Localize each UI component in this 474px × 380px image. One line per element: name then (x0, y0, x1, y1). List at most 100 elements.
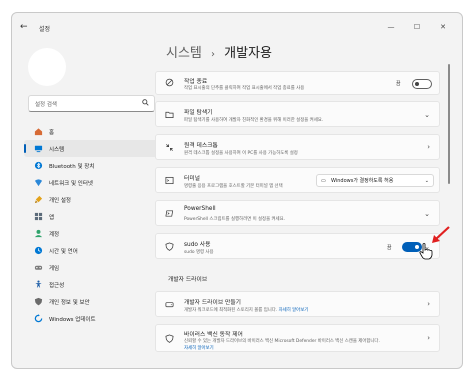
setting-description-text: 개발자 워크로드에 최적화된 스토리지 볼륨 입니다. (184, 308, 278, 313)
terminal-select[interactable]: ▭ Windows가 결정하도록 허용 ⌄ (316, 174, 434, 187)
apps-icon (33, 212, 43, 222)
setting-card-sudo[interactable]: sudo 사용 sudo 명령 사용 끔 ⌄ (155, 233, 440, 259)
setting-card-powershell[interactable]: PowerShell PowerShell 스크립트를 실행하려면 이 설정을 … (155, 200, 440, 226)
antivirus-icon (165, 334, 174, 345)
sidebar-item-label: 개인 설정 (49, 197, 71, 204)
hand-cursor-icon (419, 243, 433, 260)
setting-title: 원격 데스크톱 (184, 143, 218, 149)
setting-card-file-explorer[interactable]: 파일 탐색기 파일 탐색기를 사용하여 개발자 친화적인 환경을 위해 이러한 … (155, 101, 440, 127)
setting-description: 원격 데스크톱 설정을 사용하여 이 PC를 사용 가능하도록 설정 (184, 151, 298, 156)
toggle-state-label: 끔 (387, 245, 392, 251)
setting-description: 파일 탐색기를 사용하여 개발자 친화적인 환경을 위해 이러한 설정을 켜세요… (184, 118, 324, 123)
end-task-toggle[interactable] (412, 79, 432, 89)
sidebar-item-accessibility[interactable]: 접근성 (24, 276, 158, 293)
chevron-down-icon: ⌄ (424, 178, 429, 184)
setting-card-remote-desktop[interactable]: 원격 데스크톱 원격 데스크톱 설정을 사용하여 이 PC를 사용 가능하도록 … (155, 134, 440, 160)
terminal-select-value: Windows가 결정하도록 허용 (331, 178, 394, 184)
sidebar-item-windows-update[interactable]: Windows 업데이트 (24, 310, 158, 327)
toggle-state-label: 끔 (396, 81, 401, 87)
account-icon (33, 229, 43, 239)
setting-card-terminal[interactable]: 터미널 명령줄 응용 프로그램을 호스트할 기본 터미널 앱 선택 ▭ Wind… (155, 167, 440, 193)
shield-icon (33, 297, 43, 307)
sidebar-item-bluetooth[interactable]: Bluetooth 및 장치 (24, 157, 158, 174)
system-icon (33, 144, 43, 154)
sidebar-item-label: 계정 (49, 231, 60, 238)
sidebar-item-label: Bluetooth 및 장치 (49, 163, 95, 170)
search-input[interactable]: 설정 검색 (28, 95, 155, 112)
setting-card-end-task[interactable]: 작업 종료 작업 표시줄의 단추를 클릭하여 작업 표시줄에서 작업 종료를 사… (155, 71, 440, 95)
setting-card-create-dev-drive[interactable]: 개발자 드라이브 만들기 개발자 워크로드에 최적화된 스토리지 볼륨 입니다.… (155, 291, 440, 317)
sidebar-item-label: 앱 (49, 214, 55, 221)
chevron-right-icon[interactable]: › (427, 334, 430, 342)
sidebar-item-label: 네트워크 및 인터넷 (49, 180, 93, 187)
end-task-icon (165, 78, 174, 89)
avatar[interactable] (28, 48, 66, 86)
network-icon (33, 178, 43, 188)
chevron-down-icon[interactable]: ⌄ (424, 111, 430, 119)
sidebar-item-label: 게임 (49, 265, 60, 272)
setting-title: 파일 탐색기 (184, 110, 213, 116)
search-placeholder: 설정 검색 (35, 102, 57, 108)
sidebar-item-label: 개인 정보 및 보안 (49, 299, 90, 306)
update-icon (33, 314, 43, 324)
brush-icon (33, 195, 43, 205)
time-language-icon (33, 246, 43, 256)
title-bar: ← 설정 — ☐ ✕ (12, 13, 462, 43)
sidebar-item-label: 시간 및 언어 (49, 248, 78, 255)
chevron-right-icon[interactable]: › (427, 300, 430, 308)
setting-description: 신뢰할 수 있는 개발자 드라이브의 바이러스 백신 Microsoft Def… (184, 339, 380, 344)
setting-title: 터미널 (184, 176, 200, 182)
setting-description: sudo 명령 사용 (184, 250, 214, 255)
setting-description: 작업 표시줄의 단추를 클릭하여 작업 표시줄에서 작업 종료를 사용 (184, 86, 305, 91)
annotation-arrow-icon (432, 226, 450, 243)
powershell-icon (165, 209, 174, 220)
sidebar-item-label: 접근성 (49, 282, 65, 289)
chevron-right-icon[interactable]: › (427, 143, 430, 151)
sidebar-item-label: 홈 (49, 129, 55, 136)
sidebar-item-apps[interactable]: 앱 (24, 208, 158, 225)
setting-title: 작업 종료 (184, 79, 208, 85)
setting-card-antivirus[interactable]: 바이러스 백신 동작 제어 신뢰할 수 있는 개발자 드라이브의 바이러스 백신… (155, 324, 440, 352)
sidebar-nav: 홈 시스템 Bluetooth 및 장치 네트워크 및 인터넷 개인 설정 앱 … (24, 123, 158, 327)
back-arrow-icon[interactable]: ← (20, 22, 28, 32)
learn-more-link[interactable]: 자세히 알아보기 (279, 308, 309, 313)
app-title: 설정 (39, 26, 51, 33)
sidebar-item-privacy[interactable]: 개인 정보 및 보안 (24, 293, 158, 310)
remote-desktop-icon (165, 143, 174, 154)
terminal-small-icon: ▭ (321, 178, 326, 184)
close-icon[interactable]: ✕ (430, 19, 456, 35)
sidebar-item-time-language[interactable]: 시간 및 언어 (24, 242, 158, 259)
learn-more-link[interactable]: 자세히 알아보기 (184, 345, 214, 351)
setting-title: 바이러스 백신 동작 제어 (184, 332, 243, 338)
minimize-icon[interactable]: — (378, 19, 404, 35)
sidebar: 설정 검색 홈 시스템 Bluetooth 및 장치 네트워크 및 인터넷 개인… (12, 43, 162, 368)
drive-icon (165, 300, 174, 311)
maximize-icon[interactable]: ☐ (404, 19, 430, 35)
sidebar-item-system[interactable]: 시스템 (24, 140, 158, 157)
setting-title: PowerShell (184, 206, 216, 212)
bluetooth-icon (33, 161, 43, 171)
search-icon[interactable] (142, 99, 149, 108)
gaming-icon (33, 263, 43, 273)
settings-content: 작업 종료 작업 표시줄의 단추를 클릭하여 작업 표시줄에서 작업 종료를 사… (155, 58, 440, 357)
active-indicator (24, 144, 26, 153)
setting-title: sudo 사용 (184, 242, 211, 248)
setting-description: 개발자 워크로드에 최적화된 스토리지 볼륨 입니다. 자세히 알아보기 (184, 307, 308, 313)
home-icon (33, 127, 43, 137)
chevron-down-icon[interactable]: ⌄ (424, 210, 430, 218)
folder-icon (165, 110, 174, 121)
setting-description: 명령줄 응용 프로그램을 호스트할 기본 터미널 앱 선택 (184, 184, 283, 189)
shield-outline-icon (165, 242, 174, 253)
sidebar-item-personalization[interactable]: 개인 설정 (24, 191, 158, 208)
accessibility-icon (33, 280, 43, 290)
scrollbar[interactable] (448, 64, 450, 184)
sidebar-item-accounts[interactable]: 계정 (24, 225, 158, 242)
sidebar-item-label: 시스템 (49, 146, 65, 153)
sidebar-item-network[interactable]: 네트워크 및 인터넷 (24, 174, 158, 191)
setting-title: 개발자 드라이브 만들기 (184, 300, 242, 306)
sidebar-item-home[interactable]: 홈 (24, 123, 158, 140)
sidebar-item-gaming[interactable]: 게임 (24, 259, 158, 276)
window-controls: — ☐ ✕ (378, 19, 456, 35)
terminal-icon (165, 176, 174, 187)
setting-description: PowerShell 스크립트를 실행하려면 이 설정을 켜세요. (184, 217, 286, 222)
